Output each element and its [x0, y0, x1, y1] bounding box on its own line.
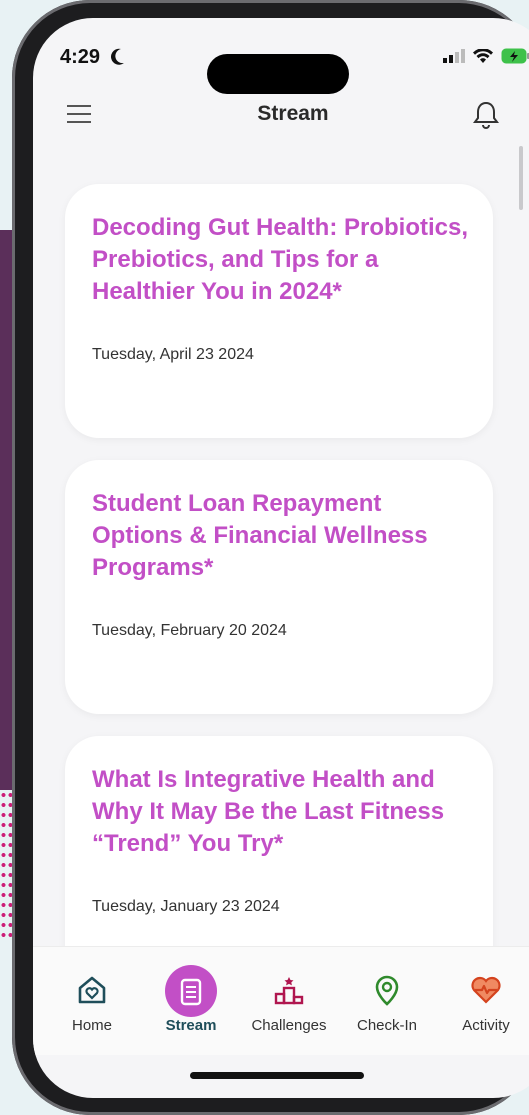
location-pin-icon: [370, 973, 404, 1007]
app-header: Stream: [33, 98, 529, 134]
app-screen: 4:29 Stream Decoding Gut Health: Probiot…: [33, 18, 529, 1098]
tab-home[interactable]: Home: [44, 947, 140, 1047]
tab-bar: Home Stream Challenges Check-In Activity: [33, 946, 529, 1055]
dynamic-island: [207, 54, 349, 94]
post-title[interactable]: What Is Integrative Health and Why It Ma…: [92, 764, 477, 860]
tab-label: Home: [71, 1017, 112, 1034]
phone-frame: 4:29 Stream Decoding Gut Health: Probiot…: [12, 0, 529, 1115]
tab-challenges[interactable]: Challenges: [241, 947, 337, 1047]
podium-icon: [272, 973, 306, 1007]
status-bar: 4:29: [33, 40, 529, 94]
wifi-icon: [473, 47, 493, 69]
heart-pulse-icon: [469, 973, 503, 1007]
post-card[interactable]: Student Loan Repayment Options & Financi…: [65, 460, 493, 714]
tab-stream[interactable]: Stream: [143, 947, 239, 1047]
tab-label: Check-In: [356, 1017, 418, 1034]
post-title[interactable]: Decoding Gut Health: Probiotics, Prebiot…: [92, 212, 477, 308]
status-time: 4:29: [60, 46, 101, 68]
post-date: Tuesday, April 23 2024: [92, 346, 254, 363]
page-title: Stream: [257, 102, 329, 125]
signal-icon: [443, 49, 465, 68]
tab-label: Challenges: [251, 1017, 327, 1034]
moon-icon: [111, 48, 125, 71]
home-heart-icon: [75, 973, 109, 1007]
battery-charging-icon: [501, 48, 529, 69]
tab-label: Stream: [165, 1017, 217, 1034]
scrollbar[interactable]: [519, 146, 523, 210]
post-date: Tuesday, January 23 2024: [92, 898, 280, 915]
tab-activity[interactable]: Activity: [438, 947, 529, 1047]
tab-check-in[interactable]: Check-In: [339, 947, 435, 1047]
post-date: Tuesday, February 20 2024: [92, 622, 287, 639]
bell-icon[interactable]: [473, 100, 499, 130]
post-title[interactable]: Student Loan Repayment Options & Financi…: [92, 488, 477, 584]
document-icon: [174, 975, 208, 1009]
tab-label: Activity: [462, 1017, 510, 1034]
home-indicator[interactable]: [190, 1072, 364, 1079]
post-card[interactable]: Decoding Gut Health: Probiotics, Prebiot…: [65, 184, 493, 438]
